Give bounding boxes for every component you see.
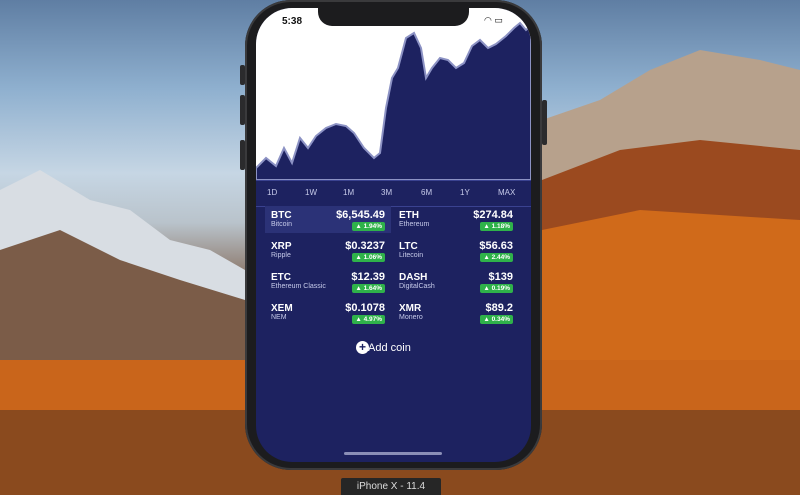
home-indicator[interactable] (344, 452, 442, 455)
coin-change-badge: ▲ 1.06% (352, 253, 385, 262)
coin-price: $89.2 (485, 302, 513, 314)
coin-price: $6,545.49 (336, 209, 385, 221)
coin-price: $0.3237 (345, 240, 385, 252)
coin-change-badge: ▲ 4.97% (352, 315, 385, 324)
coin-tile-eth[interactable]: ETH Ethereum $274.84 ▲ 1.18% (393, 206, 519, 233)
coin-symbol: LTC (399, 241, 418, 252)
coin-symbol: XEM (271, 303, 293, 314)
coin-tile-xmr[interactable]: XMR Monero $89.2 ▲ 0.34% (393, 299, 519, 326)
coin-tile-ltc[interactable]: LTC Litecoin $56.63 ▲ 2.44% (393, 237, 519, 264)
app-screen: 5:38 ◠ ▭ 1D 1W 1M 3M 6M 1Y MAX BTC Bitco… (256, 8, 531, 462)
range-1w[interactable]: 1W (305, 188, 317, 197)
price-chart[interactable]: 5:38 ◠ ▭ (256, 8, 531, 181)
coin-change-badge: ▲ 1.64% (352, 284, 385, 293)
range-1d[interactable]: 1D (267, 188, 277, 197)
coin-symbol: ETC (271, 272, 291, 283)
coin-change-badge: ▲ 2.44% (480, 253, 513, 262)
coin-change-badge: ▲ 1.94% (352, 222, 385, 231)
coin-tile-btc[interactable]: BTC Bitcoin $6,545.49 ▲ 1.94% (265, 206, 391, 233)
volume-up-button (240, 95, 245, 125)
range-1y[interactable]: 1Y (460, 188, 470, 197)
coin-name: Ethereum (399, 221, 430, 228)
range-1m[interactable]: 1M (343, 188, 354, 197)
coin-tile-dash[interactable]: DASH DigitalCash $139 ▲ 0.19% (393, 268, 519, 295)
price-area (256, 21, 531, 181)
notch (318, 8, 469, 26)
coin-change-badge: ▲ 1.18% (480, 222, 513, 231)
coin-name: Ripple (271, 252, 291, 259)
volume-down-button (240, 140, 245, 170)
iphone-frame: 5:38 ◠ ▭ 1D 1W 1M 3M 6M 1Y MAX BTC Bitco… (240, 0, 547, 470)
coin-name: Ethereum Classic (271, 283, 326, 290)
status-icons: ◠ ▭ (484, 15, 503, 26)
coin-price: $0.1078 (345, 302, 385, 314)
range-6m[interactable]: 6M (421, 188, 432, 197)
coin-tile-xem[interactable]: XEM NEM $0.1078 ▲ 4.97% (265, 299, 391, 326)
range-3m[interactable]: 3M (381, 188, 392, 197)
wifi-icon: ◠ (484, 15, 492, 25)
coin-price: $56.63 (479, 240, 513, 252)
coin-price: $12.39 (351, 271, 385, 283)
coin-name: DigitalCash (399, 283, 435, 290)
battery-icon: ▭ (494, 15, 503, 25)
coin-symbol: ETH (399, 210, 419, 221)
status-time: 5:38 (282, 16, 303, 27)
coin-change-badge: ▲ 0.19% (480, 284, 513, 293)
coin-symbol: DASH (399, 272, 428, 283)
coin-tile-xrp[interactable]: XRP Ripple $0.3237 ▲ 1.06% (265, 237, 391, 264)
autumn-trees (542, 210, 800, 380)
coin-name: Monero (399, 314, 423, 321)
coin-name: NEM (271, 314, 287, 321)
coin-change-badge: ▲ 0.34% (480, 315, 513, 324)
coin-symbol: XMR (399, 303, 422, 314)
coin-symbol: BTC (271, 210, 292, 221)
simulator-device-label: iPhone X - 11.4 (341, 478, 441, 495)
power-button (542, 100, 547, 145)
range-selector: 1D 1W 1M 3M 6M 1Y MAX (256, 180, 531, 207)
coin-tile-etc[interactable]: ETC Ethereum Classic $12.39 ▲ 1.64% (265, 268, 391, 295)
price-chart-svg (256, 21, 531, 181)
coin-price: $139 (488, 271, 513, 283)
range-max[interactable]: MAX (498, 188, 515, 197)
silent-switch (240, 65, 245, 85)
coin-symbol: XRP (271, 241, 292, 252)
coin-name: Litecoin (399, 252, 424, 259)
coin-price: $274.84 (473, 209, 513, 221)
add-coin-button[interactable]: Add coin (368, 342, 411, 354)
coin-name: Bitcoin (271, 221, 293, 228)
